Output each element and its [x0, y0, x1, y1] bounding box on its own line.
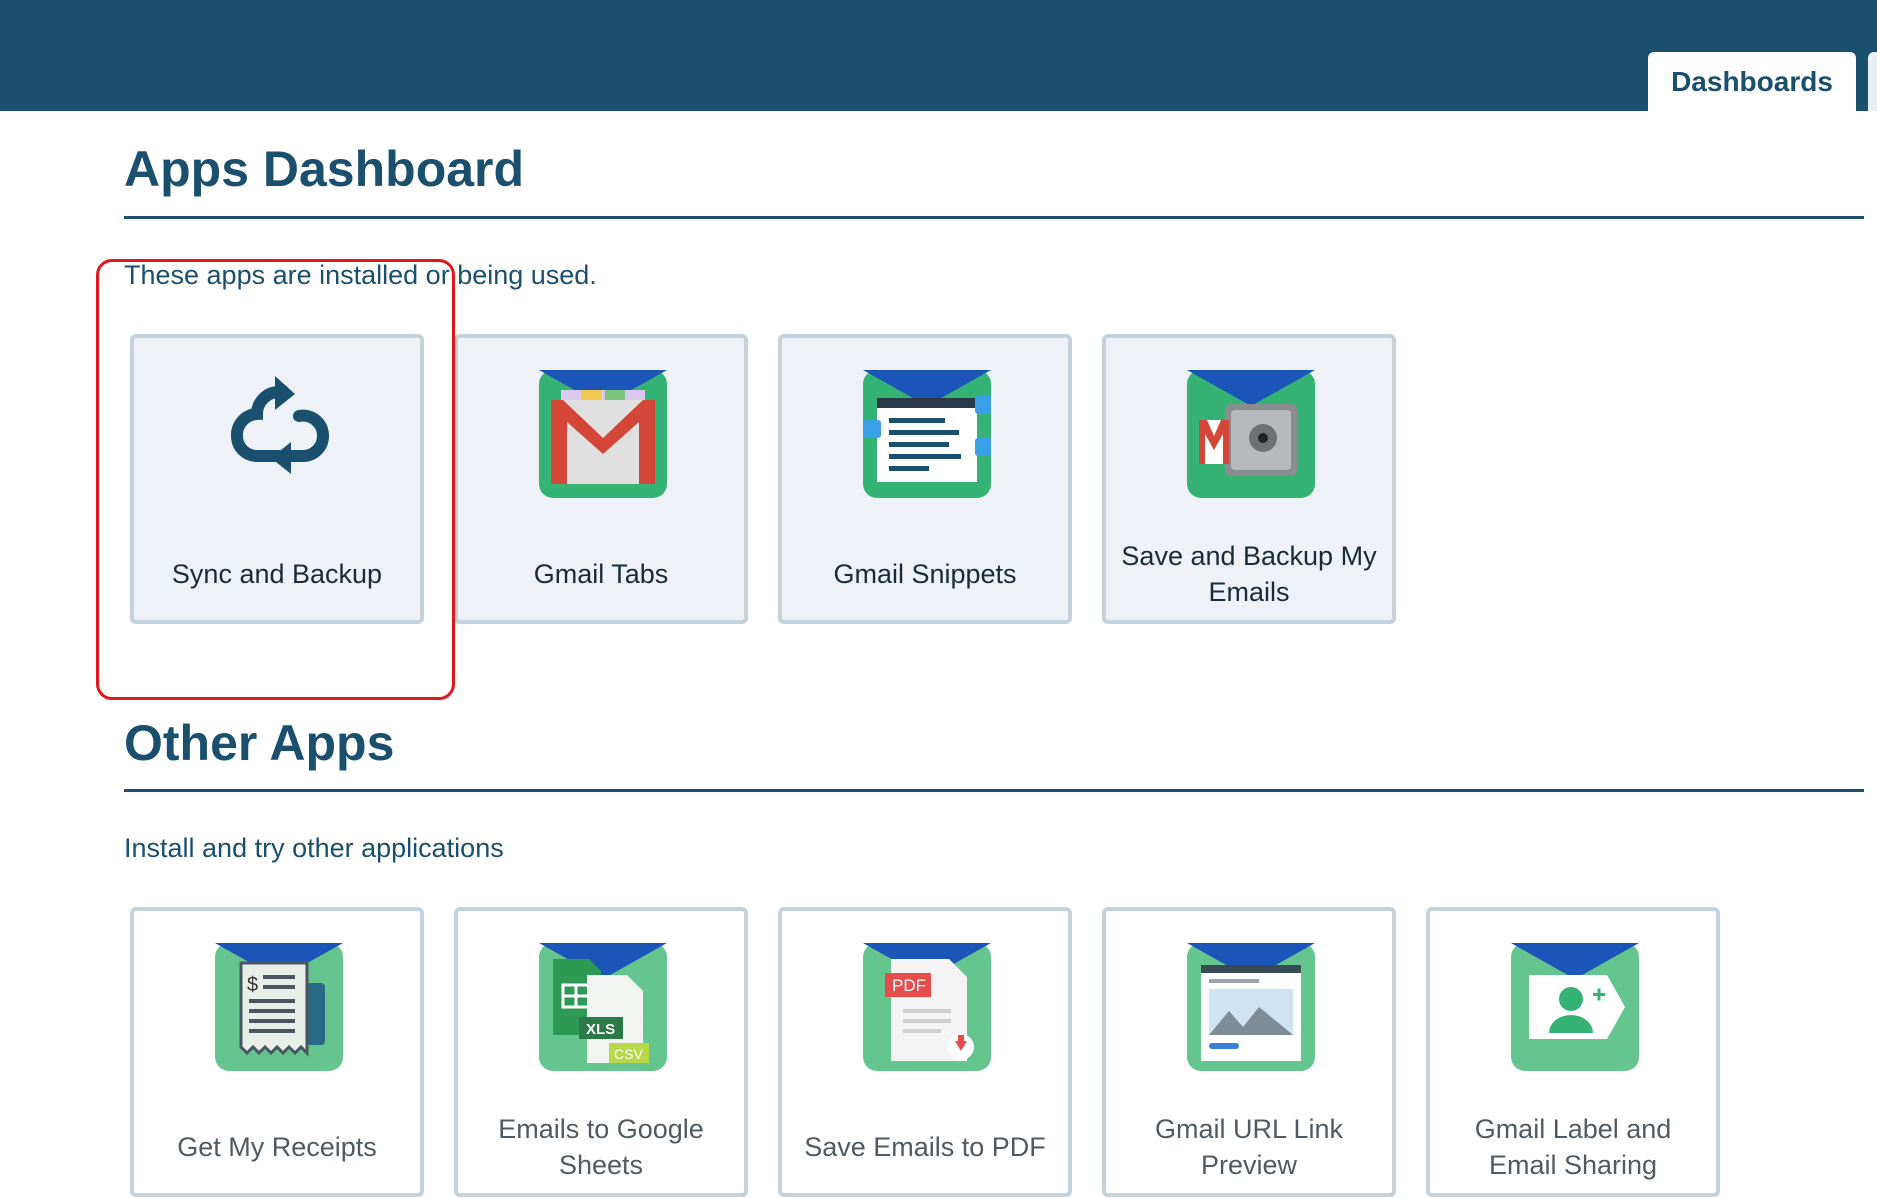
section-divider — [124, 216, 1864, 219]
app-label: Gmail Snippets — [833, 559, 1017, 589]
receipt-icon: $ — [215, 943, 343, 1071]
cloud-sync-icon — [231, 376, 329, 474]
email-vault-icon — [1187, 370, 1315, 498]
label-share-icon — [1511, 943, 1639, 1071]
app-card-get-my-receipts[interactable]: $ Get My Receipts — [130, 907, 424, 1197]
app-label: Gmail Label and Email Sharing — [1474, 1114, 1672, 1180]
app-card-gmail-label-and-email-sharing[interactable]: Gmail Label and Email Sharing — [1426, 907, 1720, 1197]
app-card-sync-and-backup[interactable]: Sync and Backup — [130, 334, 424, 624]
tab-next-partial[interactable] — [1868, 52, 1877, 111]
spreadsheet-export-icon: XLS CSV — [539, 943, 667, 1071]
other-apps-title: Other Apps — [124, 715, 395, 771]
app-label: Gmail Tabs — [533, 559, 669, 589]
app-card-gmail-url-link-preview[interactable]: Gmail URL Link Preview — [1102, 907, 1396, 1197]
app-card-emails-to-google-sheets[interactable]: XLS CSV Emails to Google Sheets — [454, 907, 748, 1197]
other-apps-subtitle: Install and try other applications — [124, 833, 504, 863]
top-navigation-bar: Dashboards — [0, 0, 1877, 111]
pdf-icon: PDF — [863, 943, 991, 1071]
app-label: Emails to Google Sheets — [498, 1114, 704, 1180]
gmail-tabs-icon — [539, 370, 667, 498]
app-label: Gmail URL Link Preview — [1154, 1114, 1344, 1180]
apps-dashboard-title: Apps Dashboard — [124, 141, 525, 197]
tab-dashboards[interactable]: Dashboards — [1648, 52, 1856, 111]
app-label: Sync and Backup — [171, 559, 383, 589]
apps-dashboard-subtitle: These apps are installed or being used. — [124, 260, 597, 290]
svg-text:$: $ — [247, 974, 258, 996]
svg-text:PDF: PDF — [892, 976, 926, 995]
app-label: Save and Backup My Emails — [1121, 541, 1377, 607]
app-card-save-emails-to-pdf[interactable]: PDF Save Emails to PDF — [778, 907, 1072, 1197]
app-card-gmail-snippets[interactable]: Gmail Snippets — [778, 334, 1072, 624]
link-preview-icon — [1187, 943, 1315, 1071]
app-label: Get My Receipts — [177, 1132, 377, 1162]
app-card-gmail-tabs[interactable]: Gmail Tabs — [454, 334, 748, 624]
svg-text:CSV: CSV — [614, 1046, 643, 1062]
section-divider — [124, 789, 1864, 792]
app-card-save-and-backup-my-emails[interactable]: Save and Backup My Emails — [1102, 334, 1396, 624]
app-label: Save Emails to PDF — [804, 1132, 1046, 1162]
svg-text:XLS: XLS — [586, 1021, 615, 1038]
gmail-snippets-icon — [863, 370, 991, 498]
